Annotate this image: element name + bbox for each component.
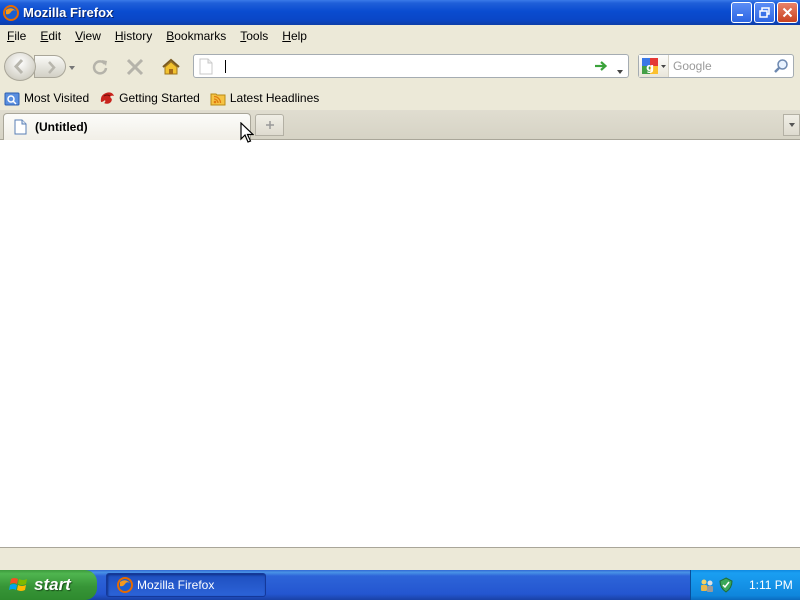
new-tab-button[interactable] — [255, 114, 284, 136]
bookmark-label: Getting Started — [119, 91, 200, 105]
home-button[interactable] — [160, 56, 182, 78]
menu-tools[interactable]: Tools — [233, 29, 275, 43]
menu-tools-label: ools — [246, 29, 269, 43]
bookmark-latest-headlines[interactable]: Latest Headlines — [210, 90, 319, 106]
text-caret — [225, 60, 226, 73]
window-title: Mozilla Firefox — [23, 5, 114, 20]
menu-view-mnemonic: V — [75, 29, 83, 43]
back-forward-group — [4, 52, 78, 81]
menu-file[interactable]: File — [0, 29, 33, 43]
restore-button[interactable] — [754, 2, 775, 23]
reload-button[interactable] — [89, 56, 111, 78]
menu-help-label: elp — [290, 29, 307, 43]
window-titlebar[interactable]: Mozilla Firefox — [0, 0, 800, 25]
bookmark-getting-started[interactable]: Getting Started — [99, 90, 200, 106]
address-bar[interactable] — [193, 54, 629, 78]
firefox-icon — [117, 577, 133, 593]
windows-logo-icon — [9, 575, 29, 595]
firefox-red-icon — [99, 90, 115, 106]
menu-edit[interactable]: Edit — [33, 29, 68, 43]
tab-strip: (Untitled) — [0, 110, 800, 140]
rss-feed-icon — [210, 90, 226, 106]
restore-icon — [759, 7, 770, 18]
chevron-down-icon — [788, 123, 795, 127]
windows-taskbar: start Mozilla Firefox 1:11 PM — [0, 570, 800, 600]
menu-view-label: iew — [82, 29, 101, 43]
google-icon: g — [642, 58, 666, 74]
system-tray: 1:11 PM — [690, 570, 800, 600]
close-button[interactable] — [777, 2, 798, 23]
page-content-area[interactable] — [0, 140, 800, 547]
minimize-button[interactable] — [731, 2, 752, 23]
menu-bookmarks-label: ookmarks — [174, 29, 227, 43]
close-icon — [782, 7, 793, 18]
go-button[interactable] — [593, 58, 609, 74]
smart-folder-icon — [4, 90, 20, 106]
back-arrow-icon — [13, 58, 24, 75]
security-shield-icon[interactable] — [718, 577, 734, 593]
reload-icon — [92, 60, 108, 75]
start-button[interactable]: start — [0, 570, 97, 600]
back-button[interactable] — [4, 52, 36, 81]
stop-button[interactable] — [124, 56, 146, 78]
home-icon — [162, 58, 180, 75]
menu-history[interactable]: History — [108, 29, 159, 43]
desktop-screen: Mozilla Firefox File Edit View History B… — [0, 0, 800, 600]
plus-icon — [265, 121, 274, 129]
menu-help-mnemonic: H — [282, 29, 291, 43]
search-engine-button[interactable]: g — [639, 55, 669, 77]
svg-text:g: g — [646, 61, 654, 74]
forward-arrow-icon — [48, 61, 56, 74]
menu-view[interactable]: View — [68, 29, 108, 43]
bookmarks-toolbar: Most Visited Getting Started Latest Head… — [0, 86, 800, 110]
menu-bookmarks[interactable]: Bookmarks — [159, 29, 233, 43]
bookmark-label: Most Visited — [24, 91, 90, 105]
magnifier-icon — [774, 59, 788, 73]
menu-edit-label: dit — [48, 29, 62, 43]
mouse-pointer-icon — [240, 122, 254, 143]
url-input[interactable] — [222, 57, 582, 75]
forward-button[interactable] — [34, 55, 66, 78]
menu-file-label: ile — [14, 29, 27, 43]
bookmark-most-visited[interactable]: Most Visited — [4, 90, 89, 106]
bookmark-label: Latest Headlines — [229, 91, 320, 105]
network-users-icon[interactable] — [699, 577, 715, 593]
status-bar — [0, 547, 800, 570]
history-dropdown-button[interactable] — [67, 62, 77, 72]
page-icon — [198, 58, 214, 75]
menu-help[interactable]: Help — [275, 29, 314, 43]
menu-history-label: istory — [123, 29, 153, 43]
navigation-toolbar: g — [0, 47, 800, 86]
search-go-button[interactable] — [773, 58, 789, 74]
taskbar-item-label: Mozilla Firefox — [137, 578, 215, 592]
start-label: start — [34, 575, 71, 594]
search-bar[interactable]: g — [638, 54, 794, 78]
url-history-dropdown[interactable] — [616, 64, 624, 74]
taskbar-clock: 1:11 PM — [749, 578, 793, 592]
tab-label: (Untitled) — [35, 120, 88, 134]
firefox-icon — [3, 4, 19, 21]
page-icon — [14, 119, 27, 135]
chevron-down-icon — [69, 66, 75, 70]
search-input[interactable] — [673, 58, 768, 74]
go-arrow-icon — [595, 61, 608, 71]
menu-bar: File Edit View History Bookmarks Tools H… — [0, 25, 800, 47]
stop-icon — [126, 58, 144, 76]
menu-history-mnemonic: H — [114, 29, 124, 43]
chevron-down-icon — [617, 70, 623, 74]
minimize-icon — [737, 14, 743, 16]
tab-untitled[interactable]: (Untitled) — [3, 113, 251, 140]
tab-list-button[interactable] — [783, 114, 800, 136]
taskbar-item-firefox[interactable]: Mozilla Firefox — [106, 573, 266, 597]
